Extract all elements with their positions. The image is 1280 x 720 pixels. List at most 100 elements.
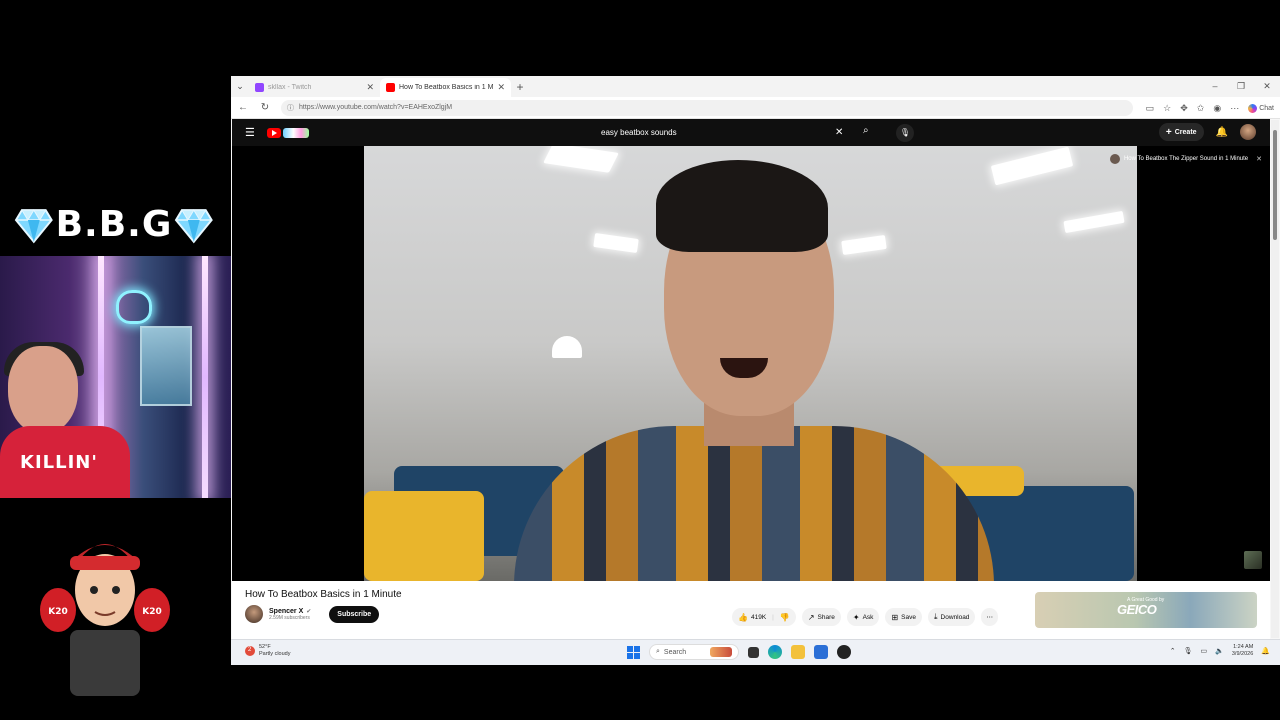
page-scrollbar[interactable] xyxy=(1271,120,1279,638)
windows-start-icon[interactable] xyxy=(627,645,640,659)
share-label: Share xyxy=(817,613,835,621)
close-icon[interactable]: ✕ xyxy=(1256,155,1262,163)
chat-label: Chat xyxy=(1259,104,1274,112)
tab-strip: ⌄ skllax - Twitch ✕ How To Beatbox Basic… xyxy=(231,76,1280,97)
clear-search-icon[interactable]: ✕ xyxy=(835,127,849,138)
next-video-card[interactable]: How To Beatbox The Zipper Sound in 1 Min… xyxy=(1109,154,1262,164)
tab-twitch[interactable]: skllax - Twitch ✕ xyxy=(249,78,380,97)
url-text: https://www.youtube.com/watch?v=EAHExoZl… xyxy=(299,104,453,111)
video-frame[interactable] xyxy=(364,146,1137,581)
chevron-up-icon[interactable]: ⌃ xyxy=(1170,647,1176,655)
create-button[interactable]: + Create xyxy=(1158,123,1204,141)
youtube-logo[interactable] xyxy=(267,127,309,138)
new-tab-button[interactable]: + xyxy=(511,80,529,94)
presenter-hair xyxy=(656,160,828,252)
light-strip xyxy=(202,256,208,498)
edge-icon[interactable] xyxy=(768,645,782,659)
back-arrow-icon[interactable]: ← xyxy=(237,102,249,113)
minimize-button[interactable]: – xyxy=(1202,76,1228,97)
save-button[interactable]: ⊞ Save xyxy=(885,608,922,626)
weather-widget[interactable]: 2 52°F Partly cloudy xyxy=(245,644,291,658)
tab-actions-chevron-icon[interactable]: ⌄ xyxy=(231,76,249,97)
hamburger-menu-icon[interactable]: ☰ xyxy=(245,126,255,139)
tab-youtube[interactable]: How To Beatbox Basics in 1 M ✕ xyxy=(380,78,511,97)
notifications-bell-icon[interactable]: 🔔 xyxy=(1216,127,1228,138)
system-tray: ⌃ 🎙 ▭ 🔈 1:24 AM 3/9/2026 🔔 xyxy=(1170,644,1270,658)
browser-window: ⌄ skllax - Twitch ✕ How To Beatbox Basic… xyxy=(231,76,1280,665)
search-placeholder: Search xyxy=(663,648,687,656)
scrollbar-thumb[interactable] xyxy=(1273,130,1277,240)
more-icon[interactable]: ⋯ xyxy=(1230,103,1239,114)
download-icon: ⤓ xyxy=(933,612,938,621)
youtube-play-icon xyxy=(267,127,281,138)
microphone-icon[interactable]: 🎙 xyxy=(896,124,914,142)
task-view-icon[interactable] xyxy=(748,646,759,658)
microphone-icon[interactable]: 🎙 xyxy=(1184,647,1193,655)
presenter-shirt xyxy=(514,426,994,581)
reader-view-icon[interactable]: ▭ xyxy=(1146,103,1155,114)
download-label: Download xyxy=(940,613,970,621)
search-box: ✕ ⌕ 🎙 xyxy=(595,123,914,142)
store-icon[interactable] xyxy=(814,645,828,659)
volume-icon[interactable]: 🔈 xyxy=(1215,647,1224,655)
pendant-lamp xyxy=(552,336,582,358)
address-bar[interactable]: ⓘ https://www.youtube.com/watch?v=EAHExo… xyxy=(281,99,1133,116)
tab-label: How To Beatbox Basics in 1 M xyxy=(399,84,494,91)
close-icon[interactable]: ✕ xyxy=(497,82,505,93)
video-player[interactable]: How To Beatbox The Zipper Sound in 1 Min… xyxy=(232,146,1270,581)
video-info: How To Beatbox Basics in 1 Minute Spence… xyxy=(232,581,1270,639)
obs-app-icon[interactable] xyxy=(837,645,851,659)
favorites-icon[interactable]: ✩ xyxy=(1197,103,1205,114)
subscriber-count: 2.59M subscribers xyxy=(269,614,310,621)
avatar[interactable] xyxy=(1240,124,1256,140)
glove-right-label: K20 xyxy=(142,607,162,617)
like-dislike-button[interactable]: 👍 419K | 👎 xyxy=(732,608,796,626)
channel-watermark[interactable] xyxy=(1244,551,1262,569)
site-info-icon[interactable]: ⓘ xyxy=(287,103,294,113)
windows-taskbar: 2 52°F Partly cloudy ⌕ Search ⌃ 🎙 ▭ � xyxy=(231,639,1280,665)
video-title: How To Beatbox Basics in 1 Minute xyxy=(245,589,402,600)
channel-name[interactable]: Spencer X xyxy=(269,608,303,615)
webcam-feed: KILLIN' xyxy=(0,256,231,498)
profile-icon[interactable]: ◉ xyxy=(1213,103,1221,114)
next-video-title: How To Beatbox The Zipper Sound in 1 Min… xyxy=(1123,156,1249,162)
network-icon[interactable]: ▭ xyxy=(1201,647,1208,655)
thumbs-down-icon[interactable]: 👎 xyxy=(780,613,790,622)
save-label: Save xyxy=(901,613,916,621)
streamer-head xyxy=(8,346,78,434)
file-explorer-icon[interactable] xyxy=(791,645,805,659)
extensions-icon[interactable]: ✥ xyxy=(1180,103,1188,114)
restore-button[interactable]: ❐ xyxy=(1228,76,1254,97)
close-window-button[interactable]: ✕ xyxy=(1254,76,1280,97)
boxer-avatar: K20 K20 xyxy=(40,544,170,696)
ad-brand: GEICO xyxy=(1117,602,1157,617)
ad-banner[interactable]: A Great Good by GEICO xyxy=(1035,592,1257,628)
channel-avatar[interactable] xyxy=(245,605,263,623)
ask-label: Ask xyxy=(862,613,874,621)
action-bar: 👍 419K | 👎 ↗ Share ✦ Ask ⊞ Save ⤓ Downlo… xyxy=(732,608,998,626)
taskbar-search[interactable]: ⌕ Search xyxy=(649,644,739,660)
youtube-doodle-icon xyxy=(283,127,309,138)
more-actions-button[interactable]: ⋯ xyxy=(981,608,998,626)
notifications-icon[interactable]: 🔔 xyxy=(1261,647,1270,655)
favorite-star-icon[interactable]: ☆ xyxy=(1163,103,1171,114)
diamond-icon xyxy=(175,208,214,243)
search-icon[interactable]: ⌕ xyxy=(863,125,879,136)
ask-button[interactable]: ✦ Ask xyxy=(846,608,880,626)
download-button[interactable]: ⤓ Download xyxy=(927,608,976,626)
close-icon[interactable]: ✕ xyxy=(366,82,374,93)
share-icon: ↗ xyxy=(807,612,815,622)
thumbs-up-icon[interactable]: 👍 xyxy=(738,613,748,622)
copilot-chat-button[interactable]: Chat xyxy=(1248,103,1274,113)
weather-temp: 52°F xyxy=(259,644,271,650)
weather-badge-icon: 2 xyxy=(245,646,255,656)
twitch-icon xyxy=(255,83,264,92)
clock[interactable]: 1:24 AM 3/9/2026 xyxy=(1232,644,1253,658)
like-count: 419K xyxy=(750,613,767,621)
clock-date: 3/9/2026 xyxy=(1231,651,1254,657)
subscribe-button[interactable]: Subscribe xyxy=(329,605,380,623)
refresh-icon[interactable]: ↻ xyxy=(259,102,271,113)
share-button[interactable]: ↗ Share xyxy=(801,608,841,626)
search-input[interactable] xyxy=(595,128,835,137)
tab-label: skllax - Twitch xyxy=(268,84,312,91)
